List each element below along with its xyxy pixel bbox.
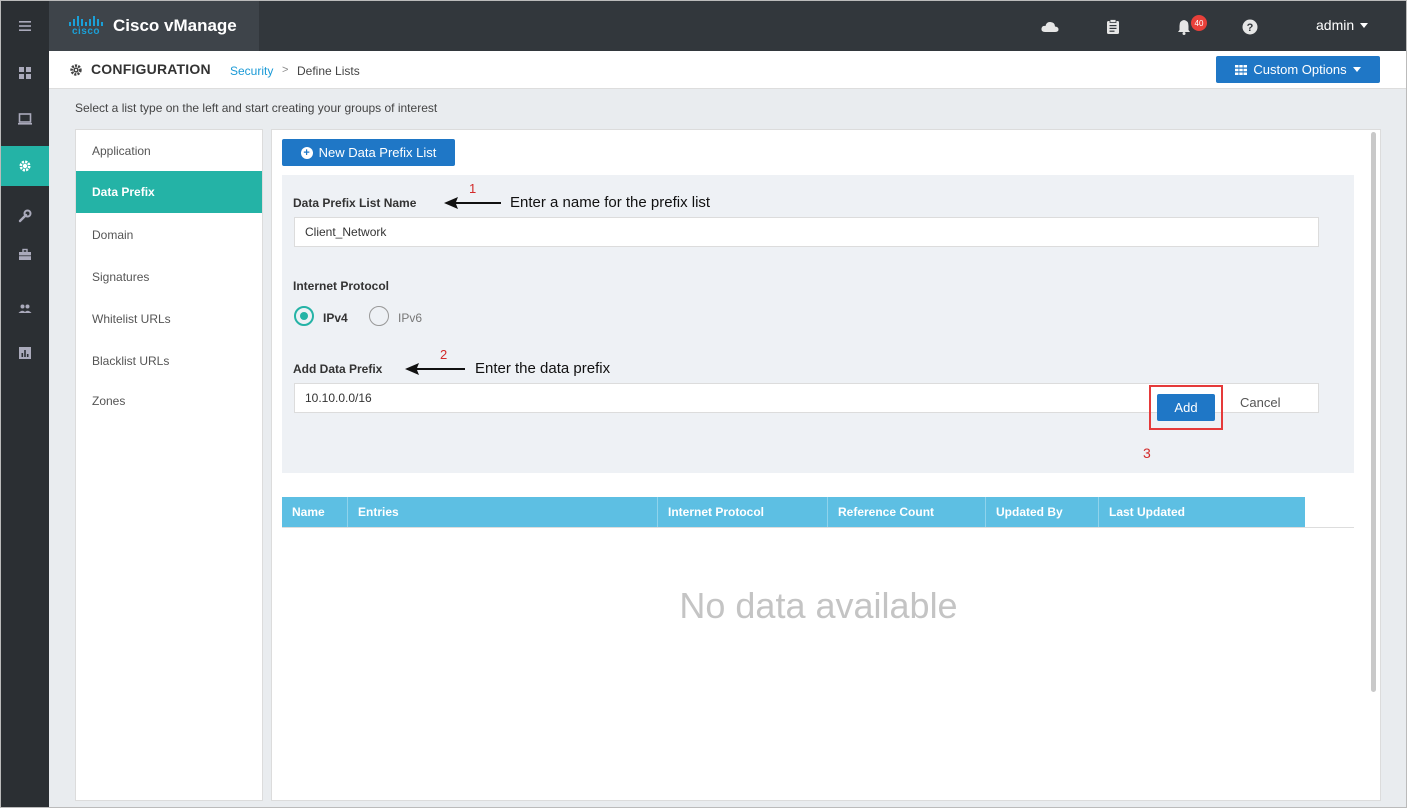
chevron-down-icon <box>1352 67 1361 72</box>
cisco-logo-text: cisco <box>71 25 101 37</box>
left-nav-rail <box>1 1 49 807</box>
column-header-last-updated[interactable]: Last Updated <box>1099 497 1305 527</box>
wrench-icon[interactable] <box>1 196 49 236</box>
list-type-domain[interactable]: Domain <box>76 214 262 256</box>
table-header: Name Entries Internet Protocol Reference… <box>282 497 1305 527</box>
cloud-icon[interactable] <box>1041 18 1059 36</box>
internet-protocol-label: Internet Protocol <box>293 279 390 293</box>
list-type-application[interactable]: Application <box>76 130 262 172</box>
dashboard-icon[interactable] <box>1 53 49 93</box>
briefcase-icon[interactable] <box>1 235 49 275</box>
brand[interactable]: cisco Cisco vManage <box>49 1 259 51</box>
list-type-data-prefix[interactable]: Data Prefix <box>76 171 262 213</box>
notification-badge: 40 <box>1191 15 1207 31</box>
breadcrumb-separator: > <box>282 64 289 76</box>
column-header-name[interactable]: Name <box>282 497 348 527</box>
app-window: cisco Cisco vManage 40 ? admin CONFIGURA… <box>0 0 1407 808</box>
cancel-button[interactable]: Cancel <box>1240 395 1280 410</box>
new-data-prefix-list-button[interactable]: + New Data Prefix List <box>282 139 455 166</box>
column-header-internet-protocol[interactable]: Internet Protocol <box>658 497 828 527</box>
chevron-down-icon <box>1360 22 1369 28</box>
instruction-text: Select a list type on the left and start… <box>75 101 438 115</box>
breadcrumb: CONFIGURATION Security > Define Lists Cu… <box>49 51 1406 89</box>
gear-icon[interactable] <box>1 146 49 186</box>
monitor-icon[interactable] <box>1 99 49 139</box>
new-button-label: New Data Prefix List <box>318 145 437 160</box>
cisco-logo-bars <box>69 15 103 26</box>
table-divider <box>282 527 1354 528</box>
hamburger-icon[interactable] <box>1 6 49 46</box>
annotation-number-1: 1 <box>469 181 477 196</box>
list-type-signatures[interactable]: Signatures <box>76 256 262 298</box>
grid-icon <box>1235 64 1248 75</box>
column-header-reference-count[interactable]: Reference Count <box>828 497 986 527</box>
scrollbar-thumb[interactable] <box>1371 132 1376 692</box>
list-type-zones[interactable]: Zones <box>76 380 262 422</box>
empty-table-message: No data available <box>679 585 958 626</box>
annotation-text-1: Enter a name for the prefix list <box>510 194 711 211</box>
svg-text:?: ? <box>1247 22 1254 34</box>
user-name: admin <box>1316 17 1355 33</box>
top-bar: cisco Cisco vManage 40 ? admin <box>49 1 1406 51</box>
breadcrumb-link-security[interactable]: Security <box>230 64 273 78</box>
radio-ipv4[interactable] <box>294 306 314 326</box>
cisco-logo: cisco <box>69 15 103 37</box>
add-data-prefix-label: Add Data Prefix <box>293 362 383 376</box>
help-icon[interactable]: ? <box>1241 18 1259 36</box>
list-type-panel: Application Data Prefix Domain Signature… <box>75 129 263 801</box>
arrow-annotation-1 <box>444 197 501 209</box>
radio-ipv6[interactable] <box>369 306 389 326</box>
column-header-entries[interactable]: Entries <box>348 497 658 527</box>
radio-ipv4-label: IPv4 <box>323 311 348 325</box>
user-menu[interactable]: admin <box>1316 17 1369 33</box>
annotation-text-2: Enter the data prefix <box>475 360 611 377</box>
breadcrumb-current: Define Lists <box>297 64 360 78</box>
custom-options-button[interactable]: Custom Options <box>1216 56 1380 83</box>
radio-ipv6-label: IPv6 <box>398 311 423 325</box>
gear-icon <box>70 64 82 76</box>
section-title: CONFIGURATION <box>91 61 211 77</box>
list-name-input[interactable]: Client_Network <box>294 217 1319 247</box>
analytics-icon[interactable] <box>1 333 49 373</box>
arrow-annotation-2 <box>405 363 465 375</box>
annotation-number-2: 2 <box>440 347 448 362</box>
column-header-updated-by[interactable]: Updated By <box>986 497 1099 527</box>
clipboard-icon[interactable] <box>1104 18 1122 36</box>
app-title: Cisco vManage <box>113 16 237 35</box>
main-panel: + New Data Prefix List Data Prefix List … <box>271 129 1381 801</box>
plus-circle-icon: + <box>300 146 313 159</box>
list-type-blacklist-urls[interactable]: Blacklist URLs <box>76 340 262 382</box>
list-name-label: Data Prefix List Name <box>293 196 417 210</box>
users-icon[interactable] <box>1 289 49 329</box>
add-button[interactable]: Add <box>1157 394 1215 421</box>
custom-options-label: Custom Options <box>1253 62 1347 77</box>
list-type-whitelist-urls[interactable]: Whitelist URLs <box>76 298 262 340</box>
annotation-number-3: 3 <box>1143 445 1151 461</box>
